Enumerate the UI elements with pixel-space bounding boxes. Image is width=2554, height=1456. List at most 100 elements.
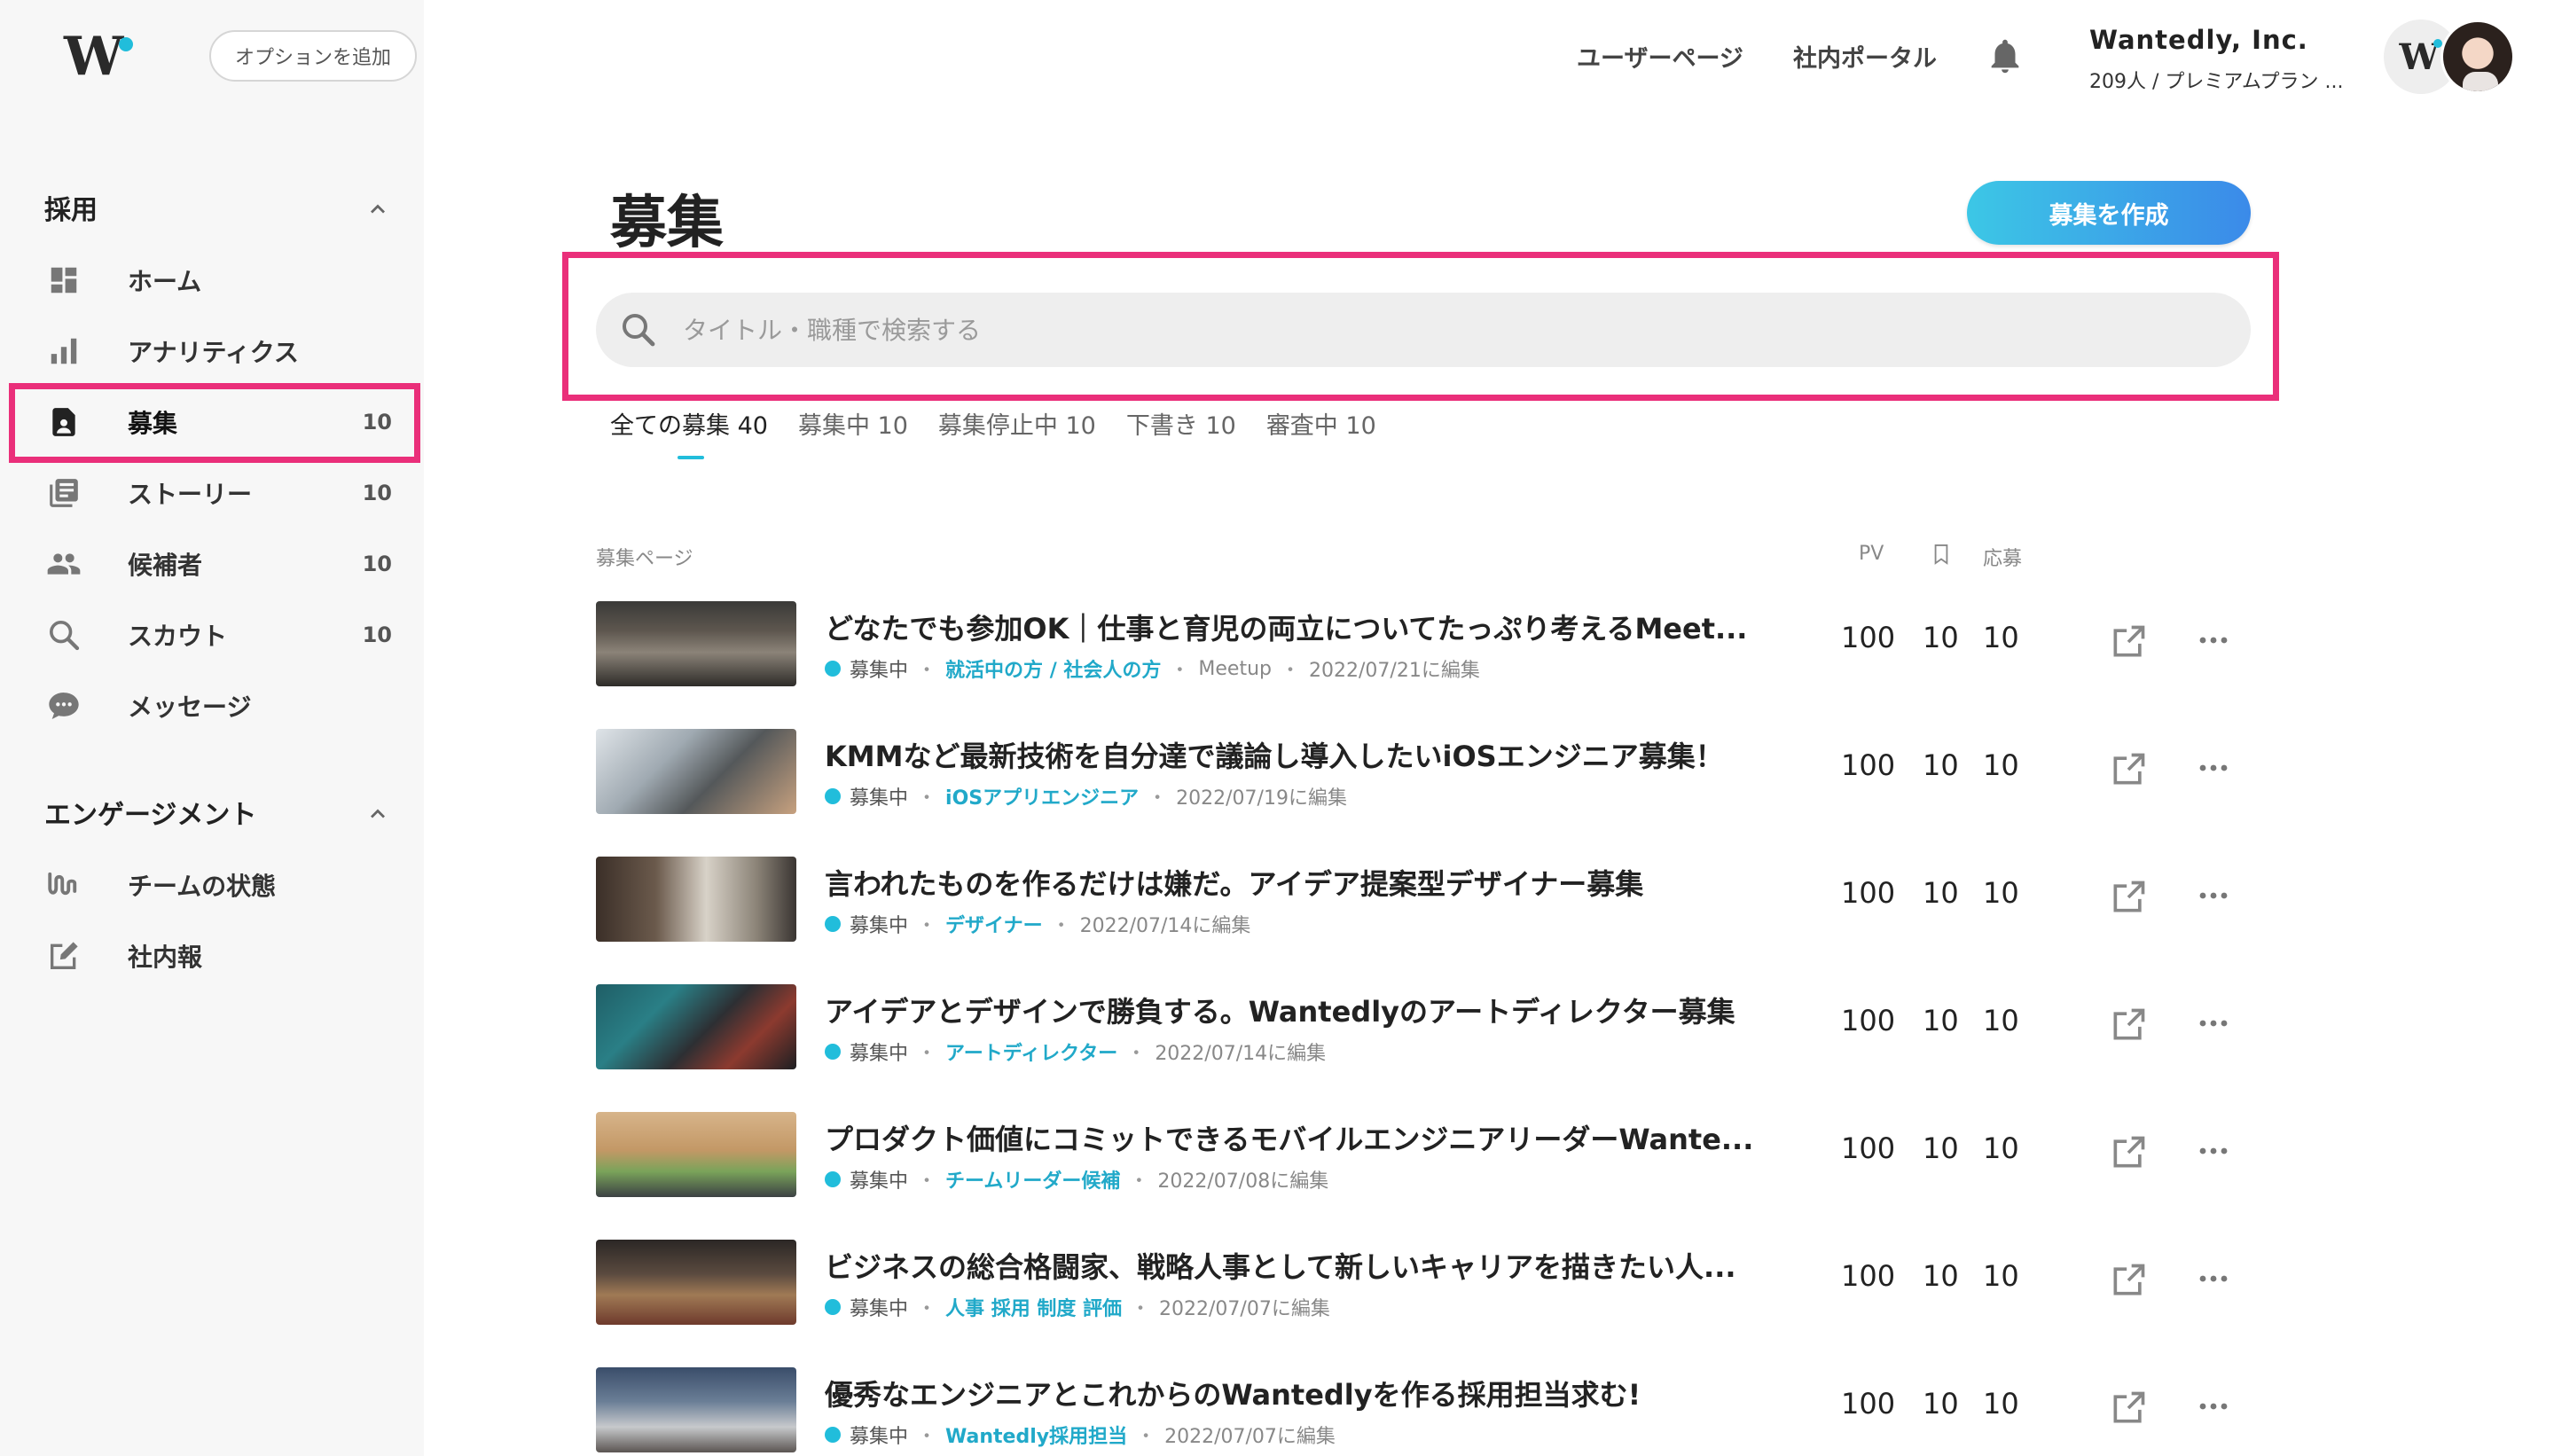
user-page-link[interactable]: ユーザーページ: [1577, 39, 1743, 74]
active-tab-indicator: [678, 456, 704, 459]
sidebar-item-label: ホーム: [128, 267, 202, 296]
apply-count: 10: [1983, 748, 2019, 782]
external-link-icon[interactable]: [2109, 622, 2148, 661]
page-title: 募集: [610, 191, 724, 256]
apply-count: 10: [1983, 1131, 2019, 1165]
tab-all[interactable]: 全ての募集 40: [610, 406, 768, 441]
table-row[interactable]: KMMなど最新技術を自分達で議論し導入したいiOSエンジニア募集！ 募集中 ・ …: [596, 729, 2263, 818]
bookmark-count: 10: [1923, 1259, 1959, 1293]
status-dot: [825, 661, 841, 677]
table-row[interactable]: 優秀なエンジニアとこれからのWantedlyを作る採用担当求む! 募集中 ・ W…: [596, 1367, 2263, 1456]
sidebar-item-candidates[interactable]: 候補者 10: [35, 536, 399, 592]
tab-open[interactable]: 募集中 10: [798, 406, 908, 441]
job-title[interactable]: アイデアとデザインで勝負する。Wantedlyのアートディレクター募集: [825, 990, 1756, 1030]
bookmark-icon: [1934, 544, 1948, 565]
section-title-recruiting: 採用: [44, 195, 98, 226]
table-row[interactable]: どなたでも参加OK｜仕事と育児の両立についてたっぷり考えるMeet... 募集中…: [596, 601, 2263, 690]
external-link-icon[interactable]: [2109, 1006, 2148, 1045]
column-header-apply: 応募: [1983, 548, 2023, 570]
sidebar-item-recruitment[interactable]: 募集 10: [35, 394, 399, 450]
job-category[interactable]: 就活中の方 / 社会人の方: [945, 654, 1161, 683]
job-title[interactable]: プロダクト価値にコミットできるモバイルエンジニアリーダーWante...: [825, 1117, 1756, 1158]
job-meta: 募集中 ・ iOSアプリエンジニア ・ 2022/07/19に編集: [825, 782, 1347, 810]
sidebar-item-count: 10: [362, 622, 392, 647]
job-category[interactable]: iOSアプリエンジニア: [945, 782, 1139, 810]
job-title[interactable]: 言われたものを作るだけは嫌だ。アイデア提案型デザイナー募集: [825, 862, 1756, 903]
more-icon[interactable]: [2198, 888, 2229, 903]
more-icon[interactable]: [2198, 1399, 2229, 1413]
status-label: 募集中: [850, 1426, 909, 1448]
user-avatar[interactable]: [2440, 20, 2515, 94]
bookmark-count: 10: [1923, 1004, 1959, 1037]
table-row[interactable]: アイデアとデザインで勝負する。Wantedlyのアートディレクター募集 募集中 …: [596, 984, 2263, 1073]
table-row[interactable]: ビジネスの総合格闘家、戦略人事として新しいキャリアを描きたい人... 募集中 ・…: [596, 1240, 2263, 1328]
sidebar-item-scout[interactable]: スカウト 10: [35, 607, 399, 663]
external-link-icon[interactable]: [2109, 1133, 2148, 1172]
chevron-up-icon[interactable]: [365, 197, 390, 222]
external-link-icon[interactable]: [2109, 878, 2148, 917]
status-dot: [825, 1427, 841, 1443]
job-category[interactable]: アートディレクター: [945, 1037, 1117, 1066]
more-icon[interactable]: [2198, 1144, 2229, 1158]
job-category[interactable]: Wantedly採用担当: [945, 1421, 1127, 1449]
more-icon[interactable]: [2198, 1272, 2229, 1286]
sidebar-item-label: チームの状態: [128, 872, 277, 901]
bookmark-count: 10: [1923, 876, 1959, 910]
company-plan: 209人 / プレミアムプラン ...: [2089, 71, 2344, 93]
edit-note-icon: [44, 936, 83, 975]
search-input[interactable]: [683, 315, 2190, 345]
tab-draft[interactable]: 下書き 10: [1126, 406, 1236, 441]
status-dot: [825, 788, 841, 804]
job-thumbnail: [596, 857, 796, 942]
sidebar-item-analytics[interactable]: アナリティクス: [35, 323, 399, 380]
apply-count: 10: [1983, 1387, 2019, 1421]
add-option-button[interactable]: オプションを追加: [209, 30, 417, 82]
internal-portal-link[interactable]: 社内ポータル: [1793, 39, 1937, 74]
job-thumbnail: [596, 1112, 796, 1197]
filter-tabs: 全ての募集 40 募集中 10 募集停止中 10 下書き 10 審査中 10: [610, 406, 1406, 441]
table-row[interactable]: プロダクト価値にコミットできるモバイルエンジニアリーダーWante... 募集中…: [596, 1112, 2263, 1201]
more-icon[interactable]: [2198, 761, 2229, 775]
company-name[interactable]: Wantedly, Inc.: [2089, 25, 2308, 55]
job-title[interactable]: KMMなど最新技術を自分達で議論し導入したいiOSエンジニア募集！: [825, 734, 1756, 775]
sidebar-item-home[interactable]: ホーム: [35, 252, 399, 309]
apply-count: 10: [1983, 1004, 2019, 1037]
job-title[interactable]: どなたでも参加OK｜仕事と育児の両立についてたっぷり考えるMeet...: [825, 607, 1756, 647]
more-icon[interactable]: [2198, 633, 2229, 647]
table-row[interactable]: 言われたものを作るだけは嫌だ。アイデア提案型デザイナー募集 募集中 ・ デザイナ…: [596, 857, 2263, 945]
tab-review[interactable]: 審査中 10: [1266, 406, 1376, 441]
external-link-icon[interactable]: [2109, 1261, 2148, 1300]
status-dot: [825, 1299, 841, 1315]
chevron-up-icon[interactable]: [365, 802, 390, 826]
job-category[interactable]: 人事 採用 制度 評価: [945, 1293, 1122, 1321]
more-icon[interactable]: [2198, 1016, 2229, 1030]
sidebar-item-count: 10: [362, 481, 392, 505]
wantedly-logo[interactable]: W: [64, 30, 135, 83]
job-thumbnail: [596, 1240, 796, 1325]
status-label: 募集中: [850, 1043, 909, 1065]
external-link-icon[interactable]: [2109, 750, 2148, 789]
status-label: 募集中: [850, 660, 909, 682]
job-title[interactable]: 優秀なエンジニアとこれからのWantedlyを作る採用担当求む!: [825, 1373, 1756, 1413]
edited-date: 2022/07/14に編集: [1079, 915, 1251, 937]
bell-icon[interactable]: [1985, 35, 2025, 76]
tab-stopped[interactable]: 募集停止中 10: [938, 406, 1096, 441]
job-meta: 募集中 ・ 就活中の方 / 社会人の方 ・ Meetup ・ 2022/07/2…: [825, 654, 1480, 683]
sidebar-item-messages[interactable]: メッセージ: [35, 677, 399, 734]
sidebar-item-team-state[interactable]: チームの状態: [35, 857, 399, 913]
bookmark-count: 10: [1923, 1387, 1959, 1421]
job-category[interactable]: デザイナー: [945, 910, 1043, 938]
job-title[interactable]: ビジネスの総合格闘家、戦略人事として新しいキャリアを描きたい人...: [825, 1245, 1756, 1286]
external-link-icon[interactable]: [2109, 1389, 2148, 1428]
job-category[interactable]: チームリーダー候補: [945, 1165, 1120, 1194]
sidebar-item-internal-news[interactable]: 社内報: [35, 928, 399, 984]
edited-date: 2022/07/08に編集: [1157, 1170, 1329, 1193]
sidebar-item-count: 10: [362, 552, 392, 576]
search-bar[interactable]: [596, 293, 2251, 367]
job-meta: 募集中 ・ 人事 採用 制度 評価 ・ 2022/07/07に編集: [825, 1293, 1330, 1321]
status-dot: [825, 1171, 841, 1187]
edited-date: 2022/07/07に編集: [1164, 1426, 1336, 1448]
create-job-button[interactable]: 募集を作成: [1967, 181, 2251, 245]
pv-count: 100: [1841, 1259, 1896, 1293]
sidebar-item-story[interactable]: ストーリー 10: [35, 465, 399, 521]
